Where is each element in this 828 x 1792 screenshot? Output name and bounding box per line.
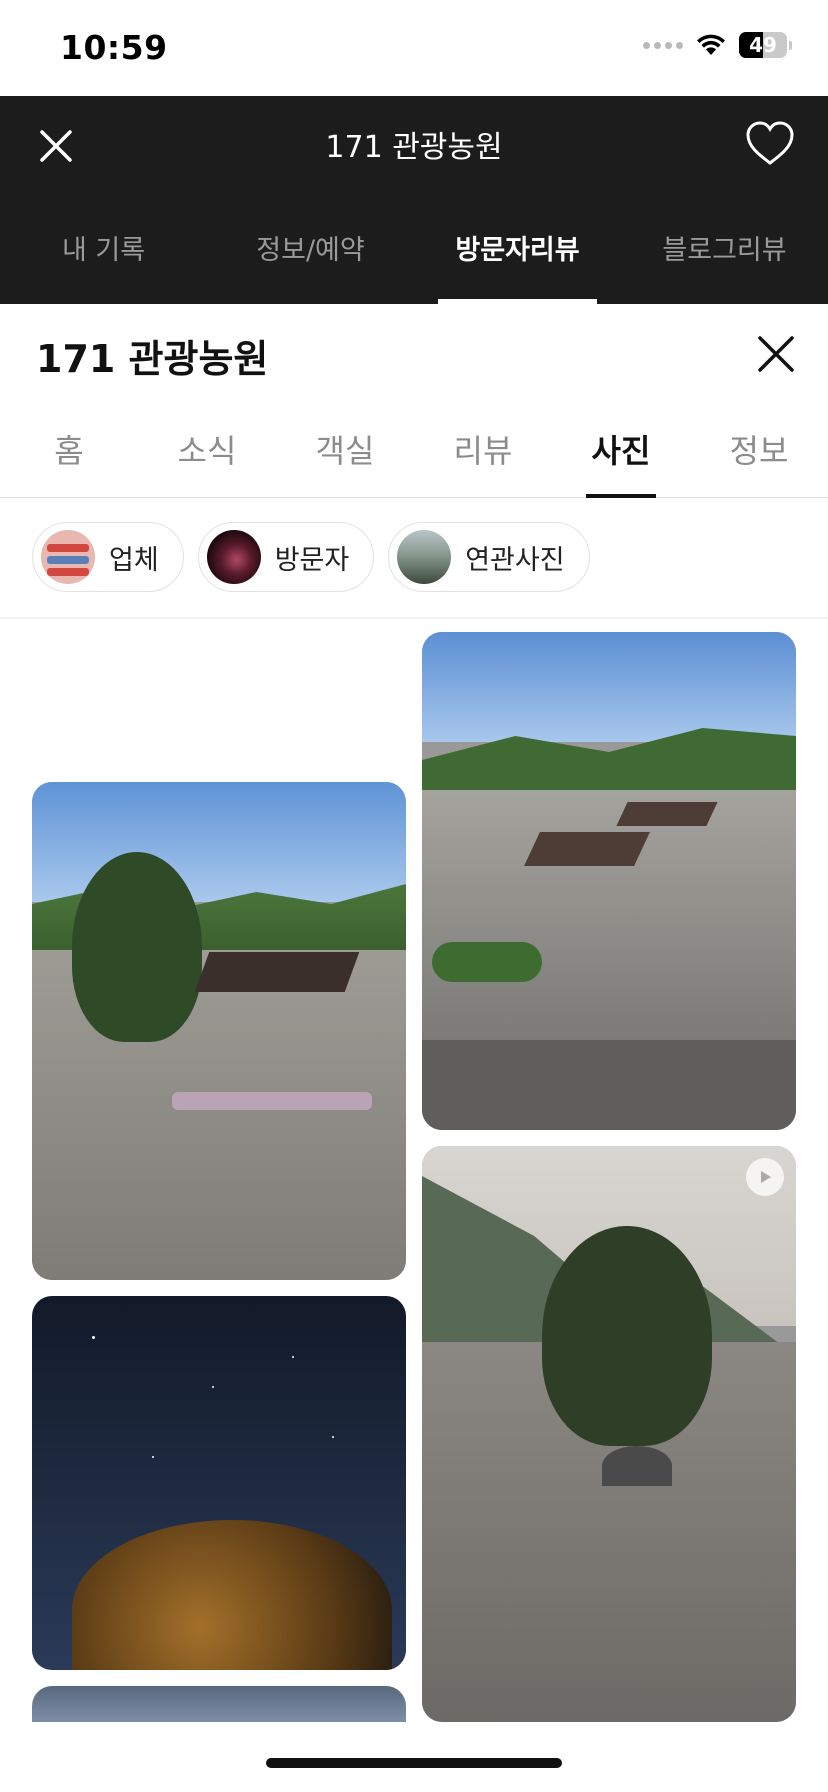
tab-info-reservation[interactable]: 정보/예약 [207, 214, 414, 304]
tab-news[interactable]: 소식 [138, 400, 276, 497]
campsite-photo-decks[interactable] [422, 632, 796, 1130]
photo-partial[interactable] [32, 1686, 406, 1722]
chip-label: 연관사진 [465, 544, 565, 576]
tab-reviews[interactable]: 리뷰 [414, 400, 552, 497]
bottom-safe-area [0, 1722, 828, 1792]
wifi-icon [697, 34, 725, 55]
chip-label: 방문자 [274, 544, 350, 576]
tab-home[interactable]: 홈 [0, 400, 138, 497]
campsite-video[interactable] [422, 1146, 796, 1722]
play-icon [746, 1158, 784, 1196]
home-indicator [266, 1758, 562, 1768]
tab-visitor-reviews[interactable]: 방문자리뷰 [414, 214, 621, 304]
divider [0, 617, 828, 619]
filter-chip-visitor[interactable]: 방문자 [197, 522, 375, 592]
status-time: 10:59 [60, 28, 168, 67]
battery-percent: 49 [749, 33, 777, 57]
place-title: 171 관광농원 [36, 337, 269, 381]
chip-label: 업체 [109, 544, 159, 576]
place-tabs: 홈 소식 객실 리뷰 사진 정보 [0, 400, 828, 498]
campsite-photo-trees[interactable] [32, 782, 406, 1280]
photo-filter-chips: 업체 방문자 연관사진 [32, 522, 590, 592]
header-title: 171 관광농원 [325, 130, 503, 165]
status-bar: 10:59 49 [0, 0, 828, 96]
battery-icon: 49 [739, 32, 787, 58]
close-icon[interactable] [756, 334, 796, 374]
tab-my-records[interactable]: 내 기록 [0, 214, 207, 304]
related-thumbnail [397, 530, 452, 584]
heart-icon[interactable] [744, 118, 796, 170]
status-icons: 49 [643, 32, 792, 58]
tab-photos[interactable]: 사진 [552, 400, 690, 498]
tab-info[interactable]: 정보 [690, 400, 828, 497]
tab-blog-reviews[interactable]: 블로그리뷰 [621, 214, 828, 304]
filter-chip-related[interactable]: 연관사진 [388, 522, 590, 592]
cellular-signal-icon [643, 41, 683, 49]
business-thumbnail [41, 530, 95, 584]
night-sky-photo[interactable] [32, 1296, 406, 1670]
tab-rooms[interactable]: 객실 [276, 400, 414, 497]
place-detail-header: 171 관광농원 내 기록 정보/예약 방문자리뷰 블로그리뷰 [0, 96, 828, 304]
place-header: 171 관광농원 [0, 304, 828, 400]
visitor-thumbnail [206, 530, 261, 584]
filter-chip-business[interactable]: 업체 [32, 522, 184, 592]
header-tabs: 내 기록 정보/예약 방문자리뷰 블로그리뷰 [0, 214, 828, 304]
